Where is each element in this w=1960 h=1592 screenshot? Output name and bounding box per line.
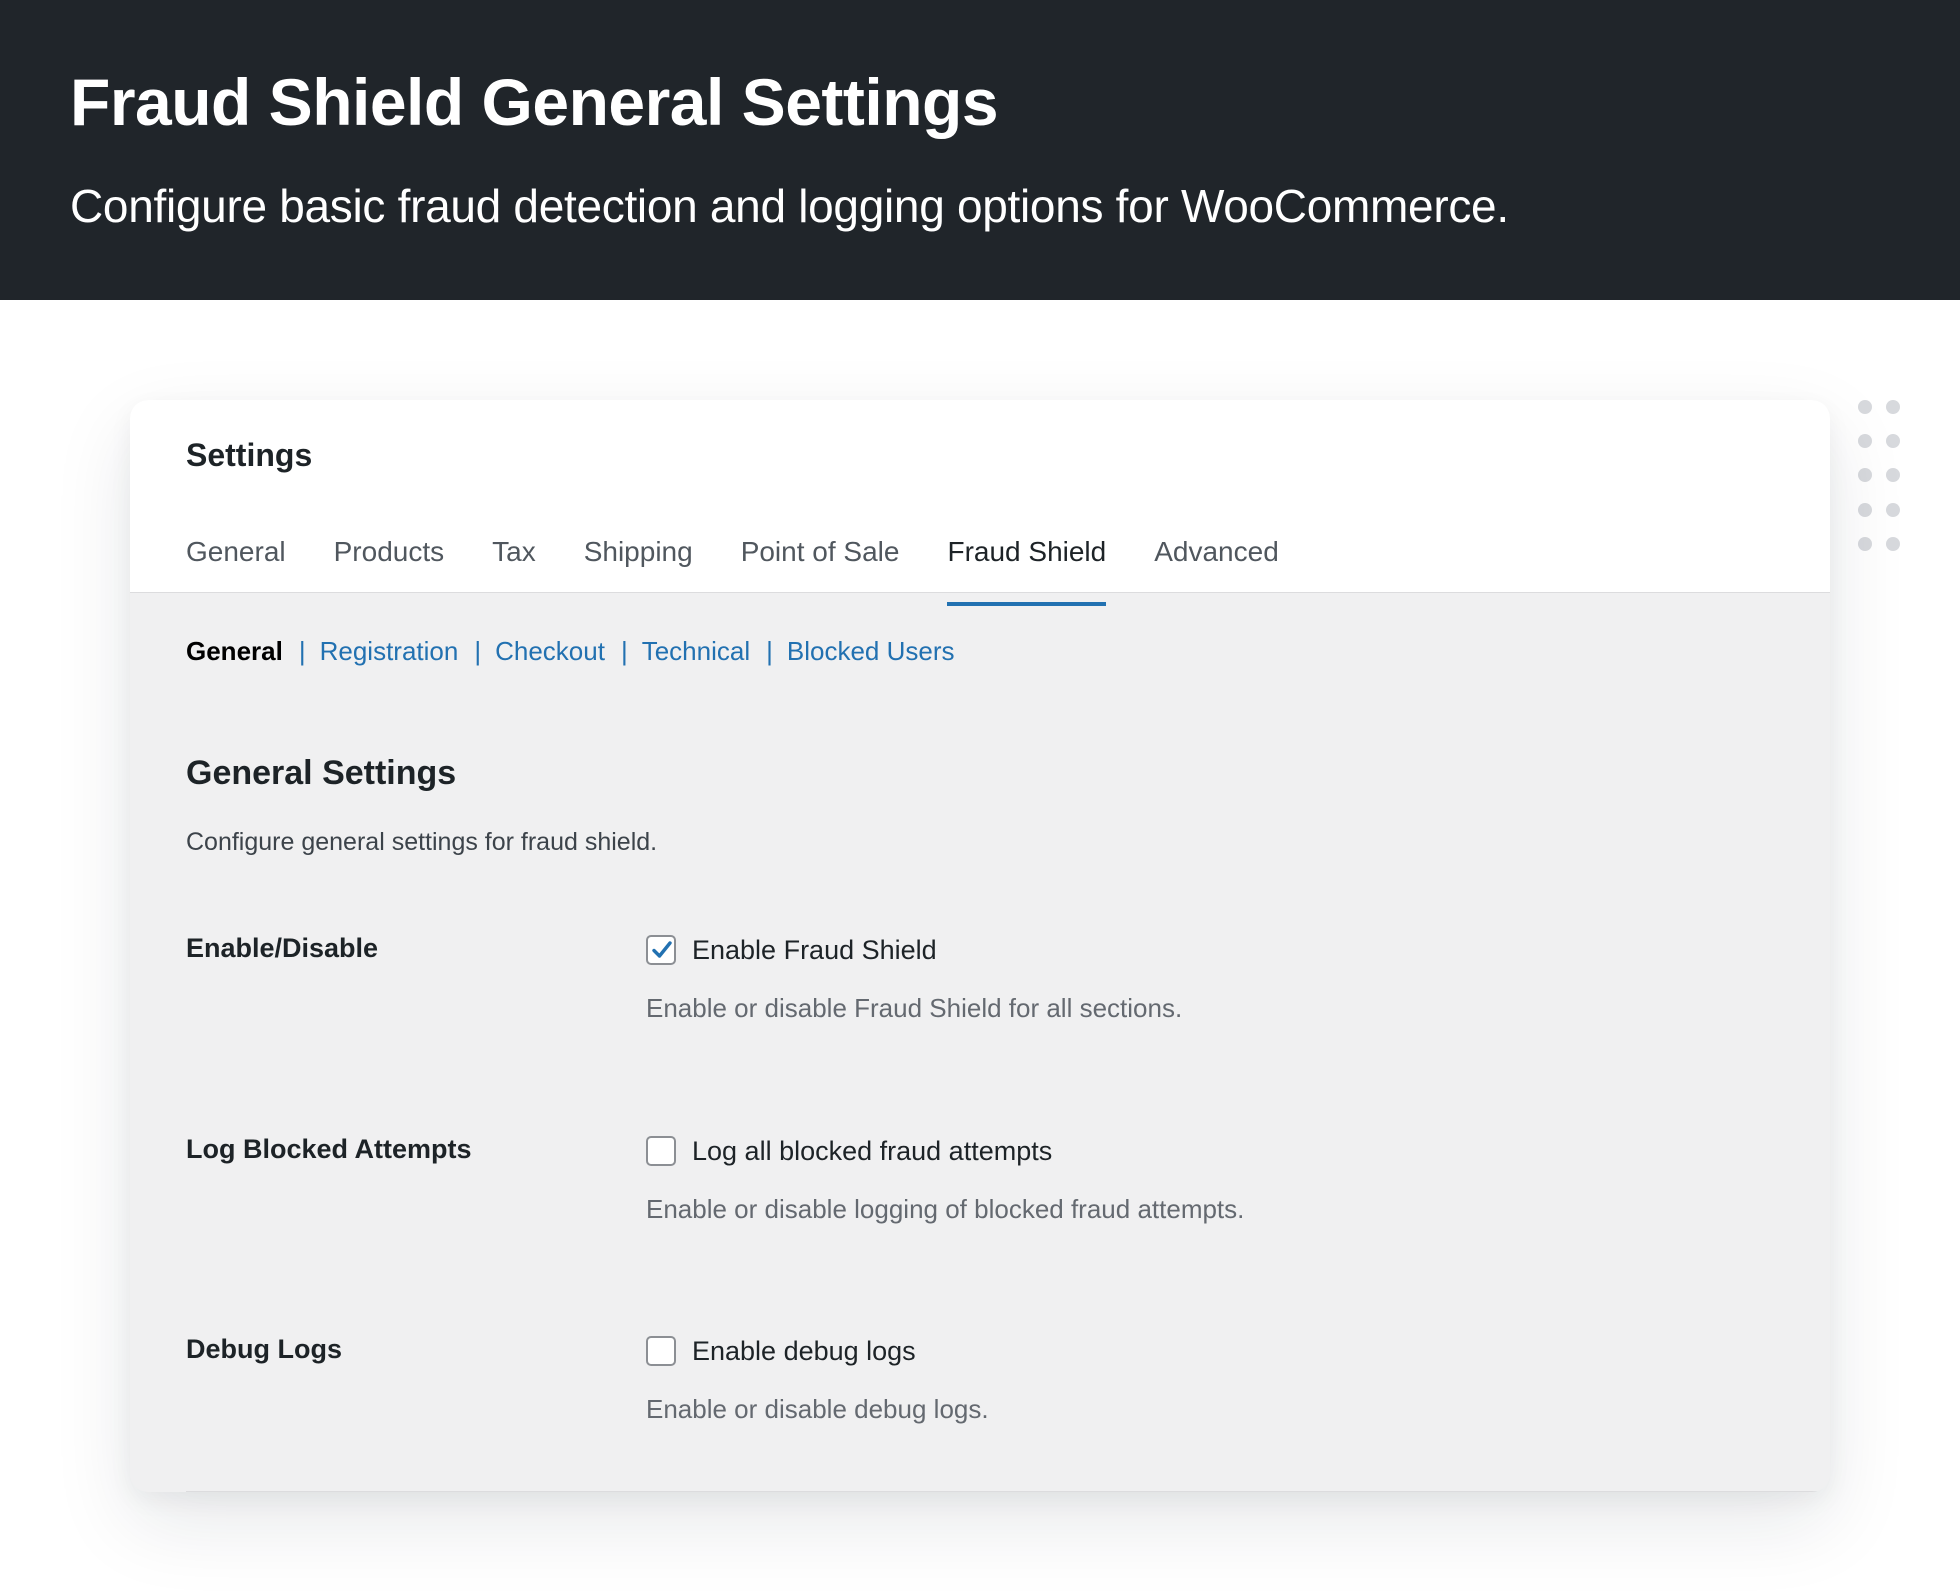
subnav-separator: | — [620, 636, 628, 666]
tab-fraud-shield[interactable]: Fraud Shield — [947, 526, 1106, 606]
field-help-text: Enable or disable debug logs. — [646, 1394, 989, 1424]
section-description: Configure general settings for fraud shi… — [186, 828, 658, 856]
dot-grid-icon — [1858, 400, 1906, 560]
section-subnav: General | Registration | Checkout | Tech… — [186, 630, 955, 672]
tab-tax[interactable]: Tax — [492, 526, 536, 592]
settings-title: Settings — [186, 437, 313, 473]
debug-logs-checkbox-control[interactable]: Enable debug logs — [646, 1331, 916, 1371]
field-label: Enable/Disable — [186, 933, 379, 963]
subnav-link-blocked-users[interactable]: Blocked Users — [787, 630, 955, 672]
field-help-text: Enable or disable Fraud Shield for all s… — [646, 993, 1183, 1023]
enable-fraud-shield-checkbox[interactable] — [646, 935, 676, 965]
tab-products[interactable]: Products — [334, 526, 445, 592]
subnav-current-general: General — [186, 636, 283, 666]
page-subtitle: Configure basic fraud detection and logg… — [70, 180, 1509, 232]
field-help-text: Enable or disable logging of blocked fra… — [646, 1194, 1245, 1224]
tab-general[interactable]: General — [186, 526, 286, 592]
field-label: Log Blocked Attempts — [186, 1134, 472, 1164]
subnav-link-checkout[interactable]: Checkout — [495, 630, 605, 672]
settings-tabs: General Products Tax Shipping Point of S… — [186, 526, 1279, 606]
subnav-link-registration[interactable]: Registration — [320, 630, 459, 672]
settings-panel: Settings General Products Tax Shipping P… — [130, 400, 1830, 1492]
subnav-separator: | — [298, 636, 306, 666]
field-label: Debug Logs — [186, 1334, 342, 1364]
field-row-debug-logs: Debug Logs Enable debug logs Enable or d… — [186, 1329, 1786, 1459]
enable-fraud-shield-checkbox-control[interactable]: Enable Fraud Shield — [646, 930, 937, 970]
section-title: General Settings — [186, 754, 457, 792]
page-header: Fraud Shield General Settings Configure … — [0, 0, 1960, 300]
tab-advanced[interactable]: Advanced — [1154, 526, 1279, 592]
log-blocked-attempts-checkbox-control[interactable]: Log all blocked fraud attempts — [646, 1131, 1052, 1171]
tab-point-of-sale[interactable]: Point of Sale — [741, 526, 900, 592]
subnav-separator: | — [474, 636, 482, 666]
field-row-log-blocked-attempts: Log Blocked Attempts Log all blocked fra… — [186, 1129, 1786, 1259]
subnav-separator: | — [766, 636, 773, 666]
checkbox-label: Log all blocked fraud attempts — [692, 1136, 1053, 1166]
settings-header: Settings General Products Tax Shipping P… — [130, 400, 1830, 606]
page-title: Fraud Shield General Settings — [70, 65, 999, 139]
subnav-link-technical[interactable]: Technical — [642, 630, 750, 672]
checkbox-label: Enable debug logs — [692, 1336, 916, 1366]
log-blocked-attempts-checkbox[interactable] — [646, 1136, 676, 1166]
check-icon — [652, 941, 672, 958]
checkbox-label: Enable Fraud Shield — [692, 935, 937, 965]
debug-logs-checkbox[interactable] — [646, 1336, 676, 1366]
tab-shipping[interactable]: Shipping — [584, 526, 693, 592]
field-row-enable-disable: Enable/Disable Enable Fraud Shield Enabl… — [186, 928, 1786, 1058]
divider — [186, 1491, 1830, 1492]
